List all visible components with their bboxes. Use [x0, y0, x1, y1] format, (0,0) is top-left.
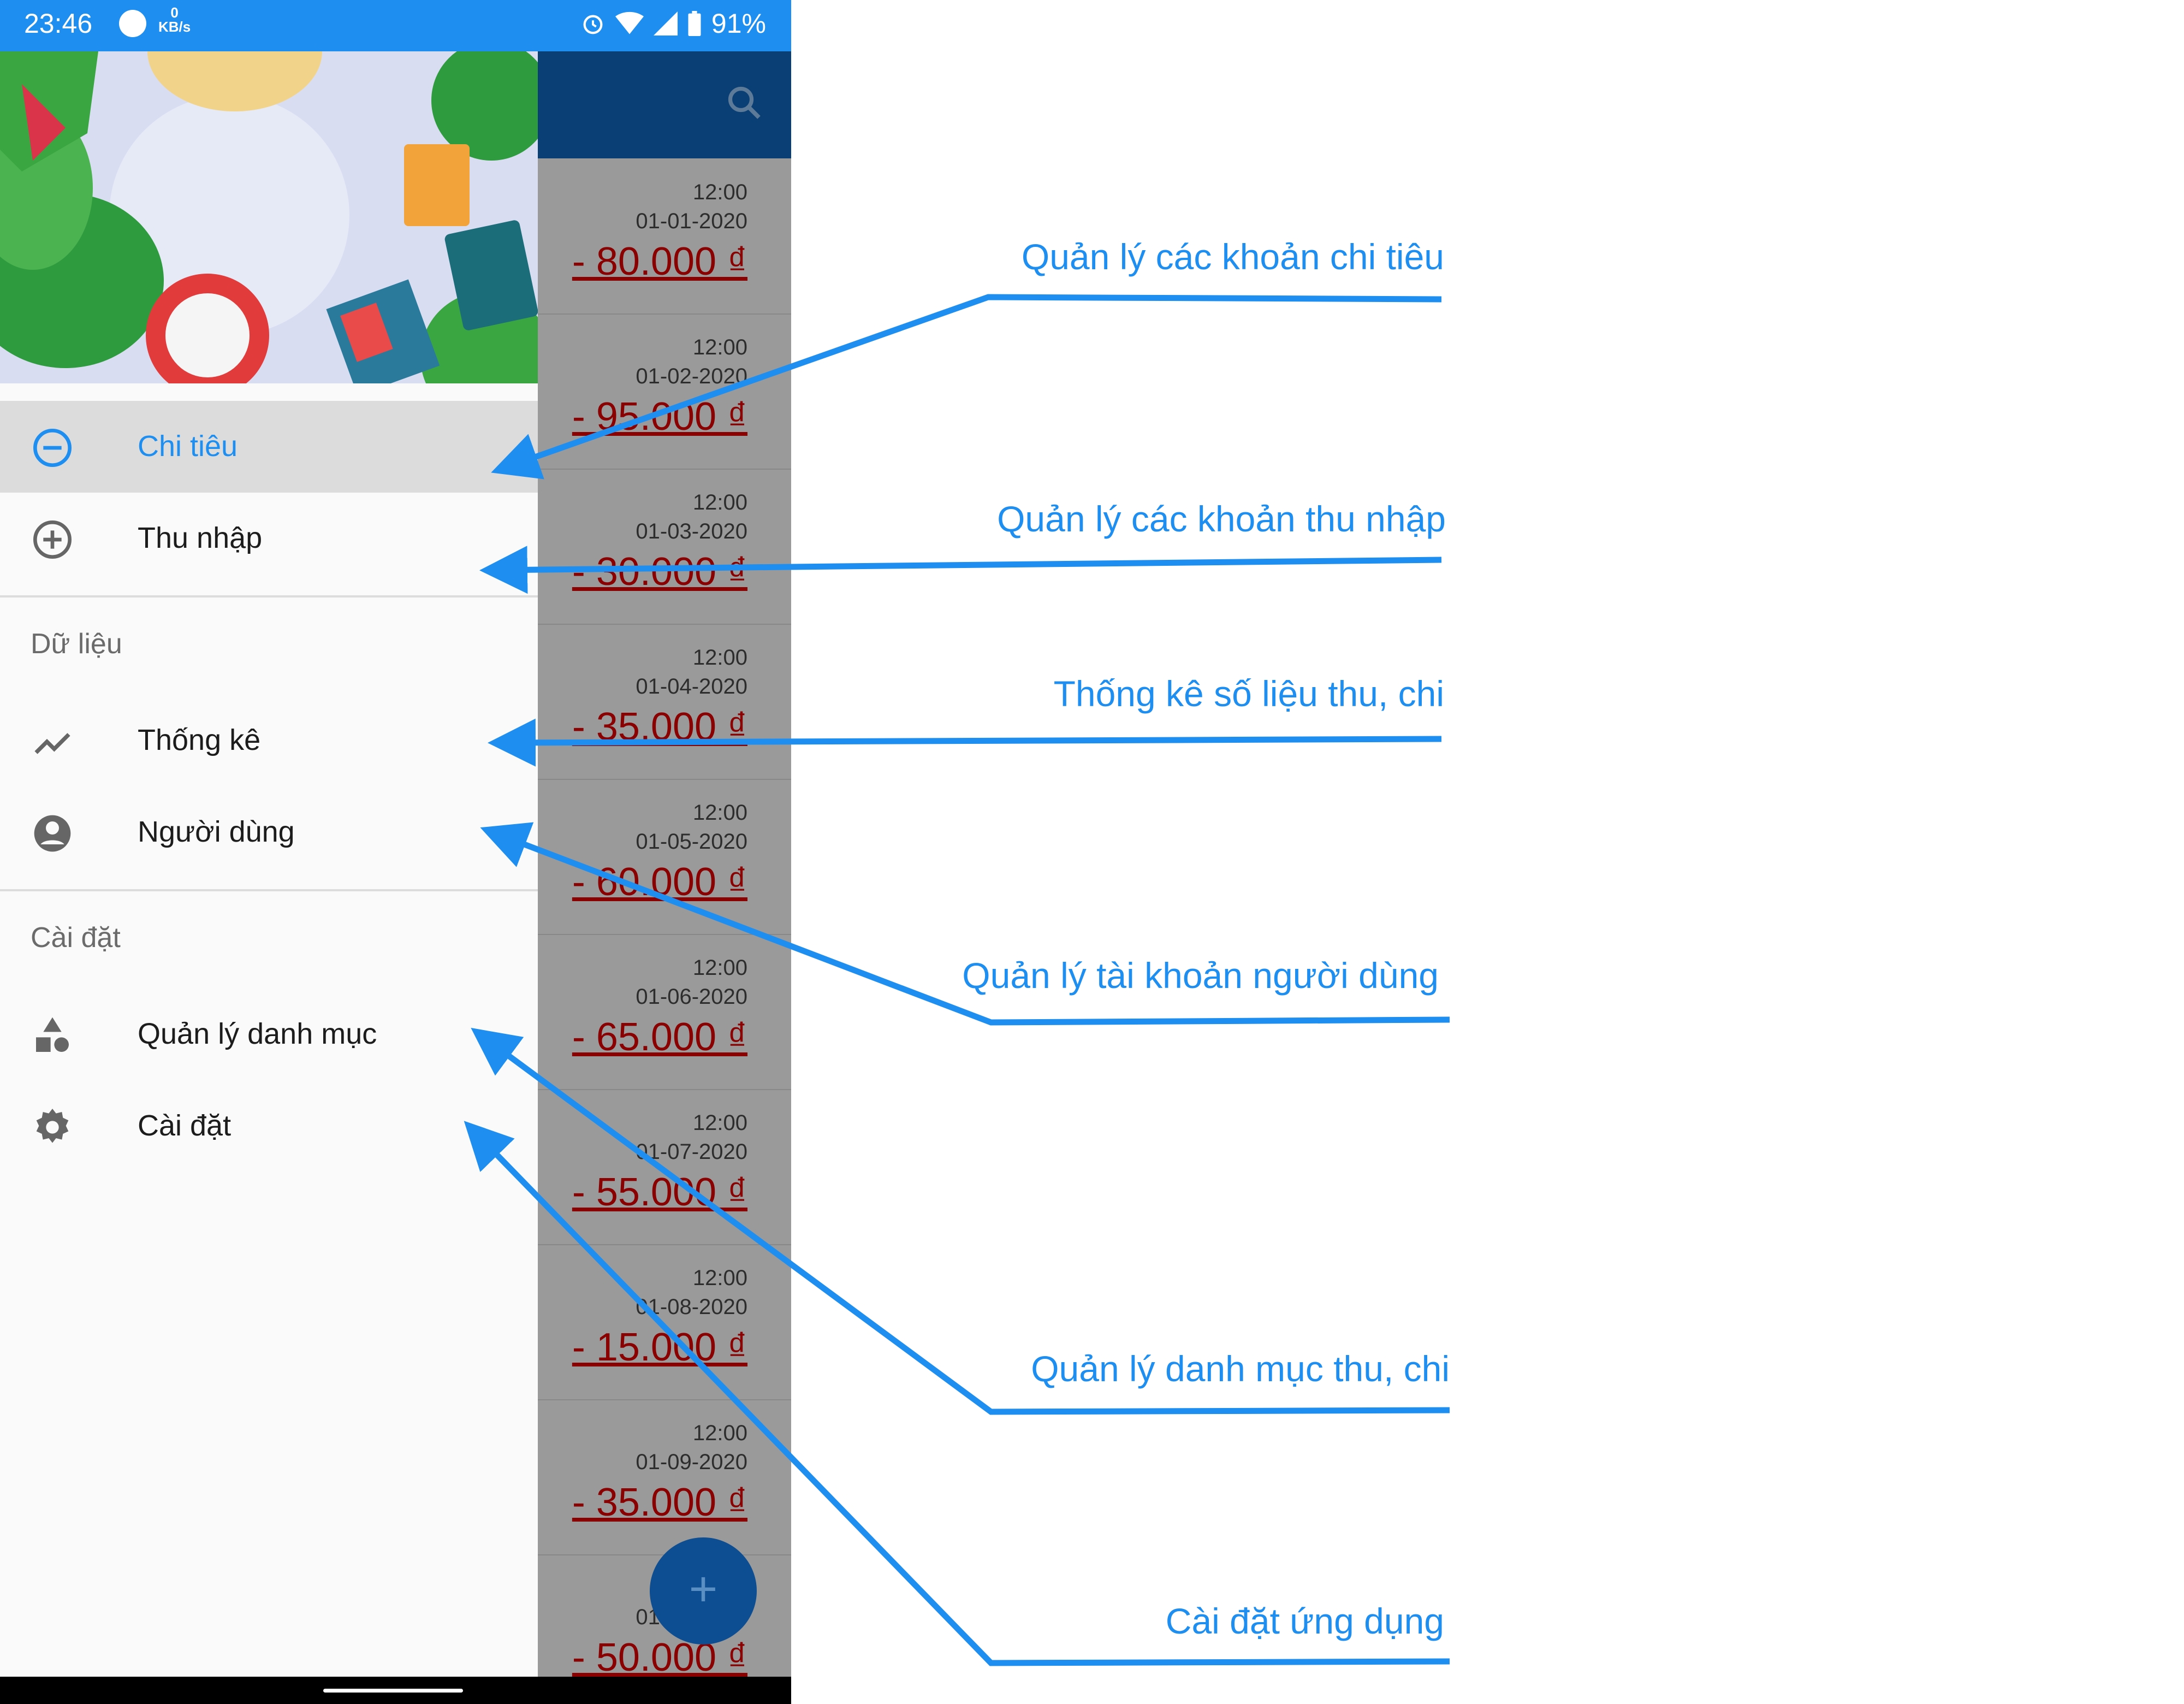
annotation-arrow-chi-tieu	[491, 294, 1442, 480]
annotation-label: Quản lý tài khoản người dùng	[962, 955, 1439, 996]
annotation-label: Thống kê số liệu thu, chi	[1053, 673, 1444, 714]
annotation-label: Quản lý danh mục thu, chi	[1031, 1348, 1450, 1389]
annotation-label: Cài đặt ứng dụng	[1165, 1601, 1444, 1641]
annotation-arrow-thong-ke	[488, 718, 1442, 767]
annotation-label: Quản lý các khoản chi tiêu	[1021, 236, 1444, 277]
annotation-label: Quản lý các khoản thu nhập	[997, 499, 1446, 539]
annotation-arrow-thu-nhap	[479, 546, 1442, 594]
annotation-arrow-cai-dat	[464, 1121, 1450, 1666]
